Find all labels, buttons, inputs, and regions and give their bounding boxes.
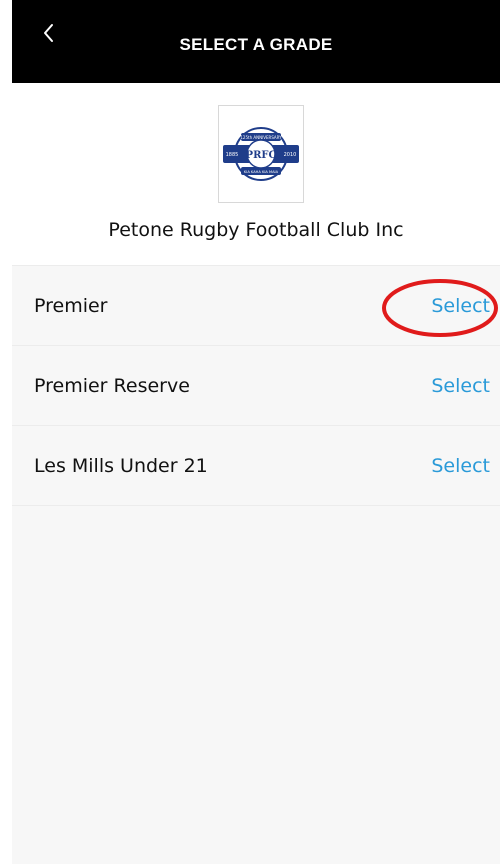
club-name: Petone Rugby Football Club Inc [108,219,404,241]
svg-text:KIA KAHA KIA MAIA: KIA KAHA KIA MAIA [244,170,279,174]
svg-text:2010: 2010 [284,152,297,158]
grade-row-les-mills-under-21[interactable]: Les Mills Under 21 Select [12,425,500,506]
club-crest-icon: 125th ANNIVERSARY 1885 2010 KIA KAHA KIA… [223,127,299,181]
top-bar: SELECT A GRADE [12,0,500,83]
grade-row-premier[interactable]: Premier Select [12,265,500,345]
grade-row-premier-reserve[interactable]: Premier Reserve Select [12,345,500,425]
grade-label: Premier Reserve [34,375,190,397]
app-screen: SELECT A GRADE 125th ANNIVERSARY 1885 20… [12,0,500,864]
page-title: SELECT A GRADE [179,35,333,54]
svg-text:PRFC: PRFC [246,150,277,161]
club-info: 125th ANNIVERSARY 1885 2010 KIA KAHA KIA… [12,83,500,265]
grade-label: Premier [34,295,108,317]
select-les-mills-under-21-button[interactable]: Select [431,426,490,506]
svg-text:1885: 1885 [226,152,239,158]
svg-text:125th ANNIVERSARY: 125th ANNIVERSARY [240,135,282,140]
club-logo: 125th ANNIVERSARY 1885 2010 KIA KAHA KIA… [218,105,304,203]
select-premier-reserve-button[interactable]: Select [431,346,490,426]
select-premier-button[interactable]: Select [431,266,490,346]
grade-label: Les Mills Under 21 [34,455,208,477]
grade-list: Premier Select Premier Reserve Select Le… [12,265,500,864]
